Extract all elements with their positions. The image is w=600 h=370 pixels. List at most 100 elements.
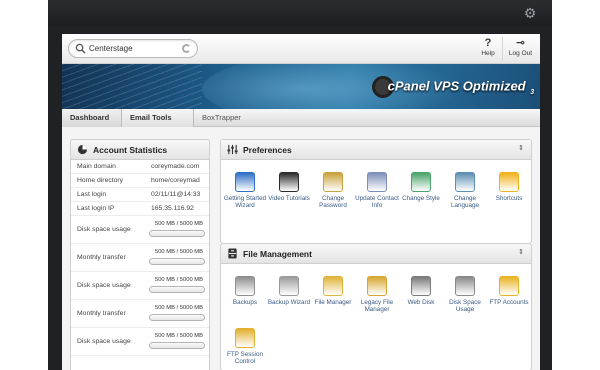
preferences-title: Preferences xyxy=(243,145,292,155)
usage-label: Disk space usage xyxy=(77,282,131,289)
logo-text: cPanel VPS Optimized xyxy=(387,78,526,94)
getting-started-wizard-link[interactable]: Getting Started Wizard xyxy=(223,172,267,210)
change-password-icon xyxy=(323,172,343,192)
search-input[interactable]: Centerstage xyxy=(89,44,133,53)
change-language-icon xyxy=(455,172,475,192)
change-password-link[interactable]: Change Password xyxy=(311,172,355,210)
stat-value: 165.35.116.92 xyxy=(151,205,194,212)
pie-chart-icon xyxy=(77,144,88,155)
stat-value: 02/11/11@14:33 xyxy=(151,191,201,198)
usage-amount: 500 MB / 5000 MB xyxy=(154,305,203,311)
backup-wizard-link[interactable]: Backup Wizard xyxy=(267,276,311,306)
collapse-toggle-icon[interactable]: ⇕ xyxy=(518,248,524,256)
usage-progress-bar xyxy=(149,230,205,237)
tile-label: Update Contact Info xyxy=(355,195,399,210)
tile-label: Backups xyxy=(232,299,258,306)
change-style-link[interactable]: Change Style xyxy=(399,172,443,202)
tile-label: Disk Space Usage xyxy=(449,299,481,314)
tile-label: File Manager xyxy=(314,299,352,306)
update-contact-info-link[interactable]: Update Contact Info xyxy=(355,172,399,210)
cpanel-logo: cPanel VPS Optimized 3 xyxy=(372,76,534,98)
usage-row: Disk space usage 500 MB / 5000 MB xyxy=(71,328,209,356)
usage-amount: 500 MB / 5000 MB xyxy=(154,277,203,283)
legacy-file-manager-link[interactable]: Legacy File Manager xyxy=(355,276,399,314)
preferences-header[interactable]: Preferences ⇕ xyxy=(221,140,531,160)
sliders-icon xyxy=(227,144,238,155)
stat-row: Home directory home/coreymad xyxy=(71,174,209,188)
help-button[interactable]: ? Help xyxy=(470,37,506,61)
stat-label: Home directory xyxy=(77,177,124,184)
usage-label: Disk space usage xyxy=(77,226,131,233)
account-statistics-title: Account Statistics xyxy=(93,145,168,155)
question-mark-icon: ? xyxy=(484,37,492,49)
stat-label: Main domain xyxy=(77,163,116,170)
stat-label: Last login IP xyxy=(77,205,115,212)
file-manager-link[interactable]: File Manager xyxy=(311,276,355,306)
change-language-link[interactable]: Change Language xyxy=(443,172,487,210)
breadcrumb-dashboard[interactable]: Dashboard xyxy=(62,109,122,127)
top-bar: Centerstage ? Help ⊸ Log Out xyxy=(62,34,540,64)
ftp-session-control-link[interactable]: FTP Session Control xyxy=(223,328,267,366)
change-style-icon xyxy=(411,172,431,192)
search-icon xyxy=(75,43,86,54)
stat-value: coreymade.com xyxy=(151,163,200,170)
logo-version: 3 xyxy=(530,89,535,97)
backups-link[interactable]: Backups xyxy=(223,276,267,306)
getting-started-wizard-icon xyxy=(235,172,255,192)
breadcrumb-boxtrapper: BoxTrapper xyxy=(202,113,241,122)
banner-cables-graphic xyxy=(62,64,202,109)
breadcrumb-email-tools[interactable]: Email Tools xyxy=(122,109,194,127)
tile-label: Legacy File Manager xyxy=(360,299,394,314)
usage-progress-bar xyxy=(149,314,205,321)
tile-label: Shortcuts xyxy=(495,195,523,202)
help-label: Help xyxy=(481,50,495,57)
shortcuts-link[interactable]: Shortcuts xyxy=(487,172,531,202)
tile-label: FTP Session Control xyxy=(227,351,263,366)
backup-wizard-icon xyxy=(279,276,299,296)
tile-label: Video Tutorials xyxy=(268,195,310,202)
preferences-panel: Preferences ⇕ Getting Started Wizard Vide… xyxy=(220,139,532,244)
tile-label: Getting Started Wizard xyxy=(223,195,267,210)
usage-progress-bar xyxy=(149,258,205,265)
legacy-file-manager-icon xyxy=(367,276,387,296)
gear-icon[interactable]: ⚙ xyxy=(522,5,538,21)
usage-row: Disk space usage 500 MB / 5000 MB xyxy=(71,216,209,244)
file-management-panel: File Management ⇕ Backups Backup Wizard Fi… xyxy=(220,243,532,370)
usage-row: Disk space usage 500 MB / 5000 MB xyxy=(71,272,209,300)
web-disk-link[interactable]: Web Disk xyxy=(399,276,443,306)
stat-row: Last login IP 165.35.116.92 xyxy=(71,202,209,216)
tile-label: Backup Wizard xyxy=(267,299,311,306)
video-tutorials-icon xyxy=(279,172,299,192)
file-management-title: File Management xyxy=(243,249,312,259)
usage-label: Disk space usage xyxy=(77,338,131,345)
file-management-header[interactable]: File Management ⇕ xyxy=(221,244,531,264)
web-disk-icon xyxy=(411,276,431,296)
usage-amount: 500 MB / 5000 MB xyxy=(154,221,203,227)
collapse-toggle-icon[interactable]: ⇕ xyxy=(518,144,524,152)
usage-label: Monthly transfer xyxy=(77,310,126,317)
account-statistics-panel: Account Statistics Main domain coreymade.… xyxy=(70,139,210,370)
tile-label: Change Language xyxy=(450,195,480,210)
logout-label: Log Out xyxy=(508,50,533,57)
stat-label: Last login xyxy=(77,191,107,198)
usage-progress-bar xyxy=(149,342,205,349)
usage-row: Monthly transfer 500 MB / 5000 MB xyxy=(71,300,209,328)
video-tutorials-link[interactable]: Video Tutorials xyxy=(267,172,311,202)
usage-amount: 500 MB / 5000 MB xyxy=(154,249,203,255)
disk-space-usage-link[interactable]: Disk Space Usage xyxy=(443,276,487,314)
usage-progress-bar xyxy=(149,286,205,293)
usage-row: Monthly transfer 500 MB / 5000 MB xyxy=(71,244,209,272)
disk-space-usage-icon xyxy=(455,276,475,296)
stat-row: Main domain coreymade.com xyxy=(71,160,209,174)
tile-label: Change Style xyxy=(402,195,440,202)
device-top-bar: ⚙ xyxy=(48,0,552,26)
shortcuts-icon xyxy=(499,172,519,192)
file-manager-icon xyxy=(323,276,343,296)
ftp-accounts-link[interactable]: FTP Accounts xyxy=(487,276,531,306)
logout-button[interactable]: ⊸ Log Out xyxy=(502,37,538,61)
search-box[interactable]: Centerstage xyxy=(68,39,198,58)
stat-value: home/coreymad xyxy=(151,177,200,184)
loading-spinner-icon xyxy=(182,44,191,53)
file-cabinet-icon xyxy=(228,248,237,259)
device-frame: ⚙ Centerstage ? Help ⊸ Log Out cPanel VP… xyxy=(48,0,552,370)
